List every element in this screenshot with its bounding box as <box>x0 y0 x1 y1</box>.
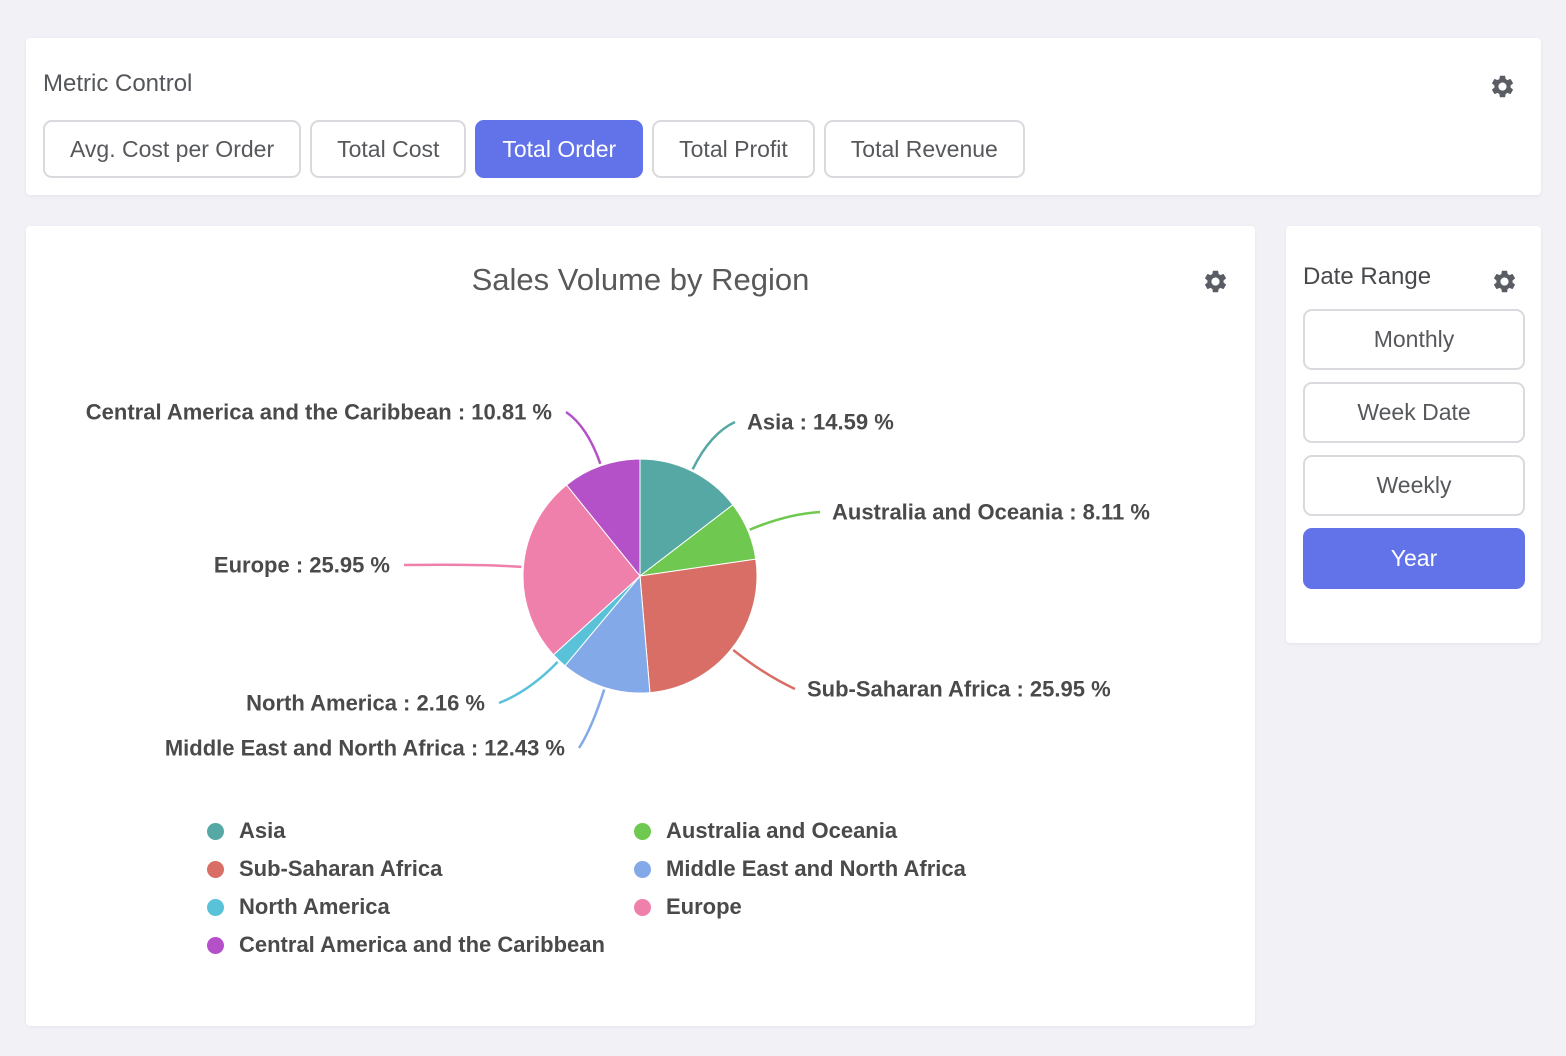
legend-label: North America <box>239 894 390 920</box>
metric-settings-button[interactable] <box>1485 71 1519 105</box>
slice-label-north-america: North America : 2.16 % <box>246 691 485 716</box>
legend-dot-asia <box>207 823 224 840</box>
date-range-settings-button[interactable] <box>1487 266 1521 300</box>
slice-label-central-america-and-the-caribbean: Central America and the Caribbean : 10.8… <box>86 400 552 425</box>
date-range-title: Date Range <box>1303 263 1431 291</box>
legend-label: Australia and Oceania <box>666 818 897 844</box>
pie-slice-sub-saharan-africa[interactable] <box>640 559 757 692</box>
label-connector-central-america-and-the-caribbean <box>566 412 600 464</box>
legend-item-central-america-and-the-caribbean[interactable]: Central America and the Caribbean <box>207 931 634 959</box>
label-connector-north-america <box>499 662 558 703</box>
gear-icon <box>1489 73 1516 103</box>
date-range-button-weekly[interactable]: Weekly <box>1303 455 1525 516</box>
legend-item-middle-east-and-north-africa[interactable]: Middle East and North Africa <box>634 855 966 883</box>
legend-item-australia-and-oceania[interactable]: Australia and Oceania <box>634 817 966 845</box>
gear-icon <box>1491 268 1518 298</box>
legend-label: Middle East and North Africa <box>666 856 966 882</box>
legend-label: Asia <box>239 818 285 844</box>
legend-label: Europe <box>666 894 742 920</box>
slice-label-australia-and-oceania: Australia and Oceania : 8.11 % <box>832 500 1150 525</box>
label-connector-australia-and-oceania <box>750 512 820 530</box>
date-range-button-monthly[interactable]: Monthly <box>1303 309 1525 370</box>
metric-button-total-order[interactable]: Total Order <box>475 120 643 178</box>
label-connector-asia <box>693 422 735 469</box>
date-range-button-week-date[interactable]: Week Date <box>1303 382 1525 443</box>
legend-dot-sub-saharan-africa <box>207 861 224 878</box>
metric-control-title: Metric Control <box>43 70 192 98</box>
metric-button-total-profit[interactable]: Total Profit <box>652 120 815 178</box>
slice-label-middle-east-and-north-africa: Middle East and North Africa : 12.43 % <box>165 736 565 761</box>
legend-dot-central-america-and-the-caribbean <box>207 937 224 954</box>
slice-label-sub-saharan-africa: Sub-Saharan Africa : 25.95 % <box>807 677 1111 702</box>
label-connector-middle-east-and-north-africa <box>579 689 604 748</box>
metric-button-total-cost[interactable]: Total Cost <box>310 120 466 178</box>
legend-dot-middle-east-and-north-africa <box>634 861 651 878</box>
sales-volume-chart-panel: Sales Volume by Region Asia : 14.59 %Aus… <box>26 226 1255 1026</box>
pie-chart: Asia : 14.59 % Australia and Oceania : 8.… <box>26 226 1255 806</box>
legend-label: Central America and the Caribbean <box>239 932 605 958</box>
metric-button-group: Avg. Cost per OrderTotal CostTotal Order… <box>43 120 1025 178</box>
slice-label-europe: Europe : 25.95 % <box>214 553 390 578</box>
legend-dot-australia-and-oceania <box>634 823 651 840</box>
legend-item-north-america[interactable]: North America <box>207 893 634 921</box>
legend-dot-north-america <box>207 899 224 916</box>
label-connector-europe <box>404 565 521 567</box>
legend-dot-europe <box>634 899 651 916</box>
dashboard: { "metric_control": { "title": "Metric C… <box>0 0 1566 1056</box>
legend-label: Sub-Saharan Africa <box>239 856 442 882</box>
metric-button-avg-cost-per-order[interactable]: Avg. Cost per Order <box>43 120 301 178</box>
label-connector-sub-saharan-africa <box>733 650 795 689</box>
metric-button-total-revenue[interactable]: Total Revenue <box>824 120 1025 178</box>
legend-item-sub-saharan-africa[interactable]: Sub-Saharan Africa <box>207 855 634 883</box>
legend-item-europe[interactable]: Europe <box>634 893 966 921</box>
date-button-group: Monthly Week Date Weekly Year <box>1303 309 1525 589</box>
chart-legend: Asia Australia and Oceania Sub-Saharan Afr… <box>207 817 966 959</box>
date-range-panel: Date Range Monthly Week Date Weekly Year <box>1286 226 1541 643</box>
slice-label-asia: Asia : 14.59 % <box>747 410 894 435</box>
metric-control-panel: Metric Control Avg. Cost per OrderTotal … <box>26 38 1541 195</box>
date-range-button-year[interactable]: Year <box>1303 528 1525 589</box>
legend-item-asia[interactable]: Asia <box>207 817 634 845</box>
